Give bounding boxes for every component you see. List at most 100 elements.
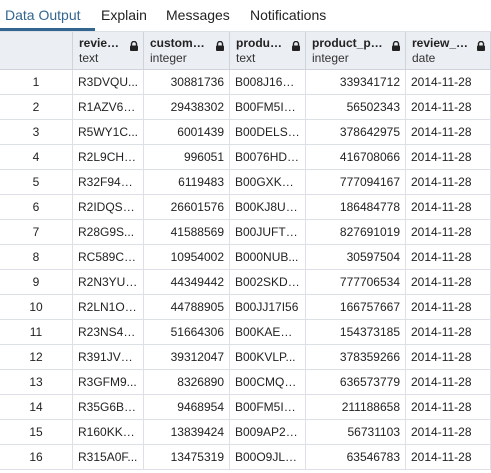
table-row[interactable]: 11 R23NS4N... 51664306 B00KAED6... 154373185… (0, 320, 491, 345)
row-number[interactable]: 4 (0, 145, 73, 170)
cell-customer-id[interactable]: 39312047 (144, 345, 230, 370)
cell-product-parent[interactable]: 186484778 (306, 195, 406, 220)
row-number[interactable]: 9 (0, 270, 73, 295)
cell-product-id[interactable]: B009AP23... (230, 420, 306, 445)
table-row[interactable]: 15 R160KKF... 13839424 B009AP23... 56731103 2… (0, 420, 491, 445)
cell-product-id[interactable]: B008J16A... (230, 70, 306, 95)
table-row[interactable]: 2 R1AZV6R... 29438302 B00FM5IY... 56502343 20… (0, 95, 491, 120)
cell-review-id[interactable]: R1AZV6R... (73, 95, 144, 120)
column-header-review-date[interactable]: review_date date (406, 32, 491, 70)
cell-review-id[interactable]: R3DVQU... (73, 70, 144, 95)
cell-review-date[interactable]: 2014-11-28 (406, 145, 491, 170)
cell-product-parent[interactable]: 56502343 (306, 95, 406, 120)
column-header-review-id[interactable]: review_id text (73, 32, 144, 70)
cell-product-parent[interactable]: 339341712 (306, 70, 406, 95)
table-row[interactable]: 1 R3DVQU... 30881736 B008J16A... 339341712 20… (0, 70, 491, 95)
cell-product-id[interactable]: B000NUB... (230, 245, 306, 270)
cell-customer-id[interactable]: 44349442 (144, 270, 230, 295)
cell-review-date[interactable]: 2014-11-28 (406, 220, 491, 245)
cell-review-id[interactable]: R2L9CHO... (73, 145, 144, 170)
cell-customer-id[interactable]: 29438302 (144, 95, 230, 120)
cell-product-id[interactable]: B00JUFT3... (230, 220, 306, 245)
cell-product-parent[interactable]: 63546783 (306, 445, 406, 470)
cell-customer-id[interactable]: 44788905 (144, 295, 230, 320)
cell-review-date[interactable]: 2014-11-28 (406, 445, 491, 470)
table-row[interactable]: 10 R2LN1OZ... 44788905 B00JJ17I56 166757667 2… (0, 295, 491, 320)
cell-product-parent[interactable]: 416708066 (306, 145, 406, 170)
cell-product-id[interactable]: B00FM5IY... (230, 395, 306, 420)
row-number[interactable]: 6 (0, 195, 73, 220)
cell-review-date[interactable]: 2014-11-28 (406, 370, 491, 395)
cell-product-id[interactable]: B00KJ8UP... (230, 195, 306, 220)
table-row[interactable]: 4 R2L9CHO... 996051 B0076HD2... 416708066 201… (0, 145, 491, 170)
cell-review-id[interactable]: R2LN1OZ... (73, 295, 144, 320)
cell-product-parent[interactable]: 827691019 (306, 220, 406, 245)
row-number[interactable]: 15 (0, 420, 73, 445)
cell-customer-id[interactable]: 13839424 (144, 420, 230, 445)
row-number[interactable]: 11 (0, 320, 73, 345)
cell-review-date[interactable]: 2014-11-28 (406, 95, 491, 120)
cell-review-date[interactable]: 2014-11-28 (406, 295, 491, 320)
row-number[interactable]: 14 (0, 395, 73, 420)
cell-review-date[interactable]: 2014-11-28 (406, 120, 491, 145)
cell-review-id[interactable]: R28G9S... (73, 220, 144, 245)
cell-product-parent[interactable]: 154373185 (306, 320, 406, 345)
table-row[interactable]: 3 R5WY1C... 6001439 B00DELSJ... 378642975 201… (0, 120, 491, 145)
cell-product-parent[interactable]: 378359266 (306, 345, 406, 370)
cell-product-id[interactable]: B00KAED6... (230, 320, 306, 345)
cell-product-id[interactable]: B00GXKU... (230, 170, 306, 195)
cell-review-date[interactable]: 2014-11-28 (406, 195, 491, 220)
cell-product-parent[interactable]: 378642975 (306, 120, 406, 145)
cell-product-parent[interactable]: 56731103 (306, 420, 406, 445)
cell-review-date[interactable]: 2014-11-28 (406, 70, 491, 95)
row-number[interactable]: 12 (0, 345, 73, 370)
cell-review-id[interactable]: R160KKF... (73, 420, 144, 445)
cell-review-date[interactable]: 2014-11-28 (406, 320, 491, 345)
table-row[interactable]: 16 R315A0F... 13475319 B00O9JLA... 63546783 2… (0, 445, 491, 470)
cell-product-parent[interactable]: 211188658 (306, 395, 406, 420)
cell-review-id[interactable]: R2N3YUI... (73, 270, 144, 295)
cell-product-parent[interactable]: 30597504 (306, 245, 406, 270)
cell-review-id[interactable]: R2IDQS2... (73, 195, 144, 220)
row-number[interactable]: 8 (0, 245, 73, 270)
cell-product-id[interactable]: B00JJ17I56 (230, 295, 306, 320)
tab-messages[interactable]: Messages (166, 0, 230, 31)
row-number[interactable]: 10 (0, 295, 73, 320)
cell-review-id[interactable]: RC589CF... (73, 245, 144, 270)
cell-customer-id[interactable]: 6119483 (144, 170, 230, 195)
cell-customer-id[interactable]: 26601576 (144, 195, 230, 220)
cell-customer-id[interactable]: 8326890 (144, 370, 230, 395)
table-row[interactable]: 7 R28G9S... 41588569 B00JUFT3... 827691019 20… (0, 220, 491, 245)
row-number[interactable]: 7 (0, 220, 73, 245)
column-header-product-parent[interactable]: product_parent integer (306, 32, 406, 70)
cell-customer-id[interactable]: 13475319 (144, 445, 230, 470)
table-row[interactable]: 8 RC589CF... 10954002 B000NUB... 30597504 201… (0, 245, 491, 270)
row-number[interactable]: 5 (0, 170, 73, 195)
column-header-customer-id[interactable]: customer_id integer (144, 32, 230, 70)
cell-review-id[interactable]: R35G6BK... (73, 395, 144, 420)
cell-product-id[interactable]: B00CMQT... (230, 370, 306, 395)
cell-customer-id[interactable]: 996051 (144, 145, 230, 170)
cell-review-date[interactable]: 2014-11-28 (406, 270, 491, 295)
cell-review-id[interactable]: R315A0F... (73, 445, 144, 470)
cell-product-id[interactable]: B00KVLP... (230, 345, 306, 370)
table-row[interactable]: 9 R2N3YUI... 44349442 B002SKDI... 777706534 2… (0, 270, 491, 295)
cell-product-id[interactable]: B0076HD2... (230, 145, 306, 170)
table-row[interactable]: 12 R391JVB... 39312047 B00KVLP... 378359266 2… (0, 345, 491, 370)
cell-review-id[interactable]: R32F94Q... (73, 170, 144, 195)
cell-review-date[interactable]: 2014-11-28 (406, 395, 491, 420)
cell-customer-id[interactable]: 51664306 (144, 320, 230, 345)
cell-product-parent[interactable]: 636573779 (306, 370, 406, 395)
cell-customer-id[interactable]: 10954002 (144, 245, 230, 270)
row-number[interactable]: 3 (0, 120, 73, 145)
row-number[interactable]: 1 (0, 70, 73, 95)
tab-data-output[interactable]: Data Output (5, 0, 81, 31)
table-row[interactable]: 13 R3GFM9... 8326890 B00CMQT... 636573779 201… (0, 370, 491, 395)
row-number[interactable]: 16 (0, 445, 73, 470)
cell-customer-id[interactable]: 30881736 (144, 70, 230, 95)
cell-product-parent[interactable]: 166757667 (306, 295, 406, 320)
cell-review-id[interactable]: R391JVB... (73, 345, 144, 370)
cell-review-id[interactable]: R23NS4N... (73, 320, 144, 345)
table-row[interactable]: 14 R35G6BK... 9468954 B00FM5IY... 211188658 2… (0, 395, 491, 420)
cell-customer-id[interactable]: 9468954 (144, 395, 230, 420)
